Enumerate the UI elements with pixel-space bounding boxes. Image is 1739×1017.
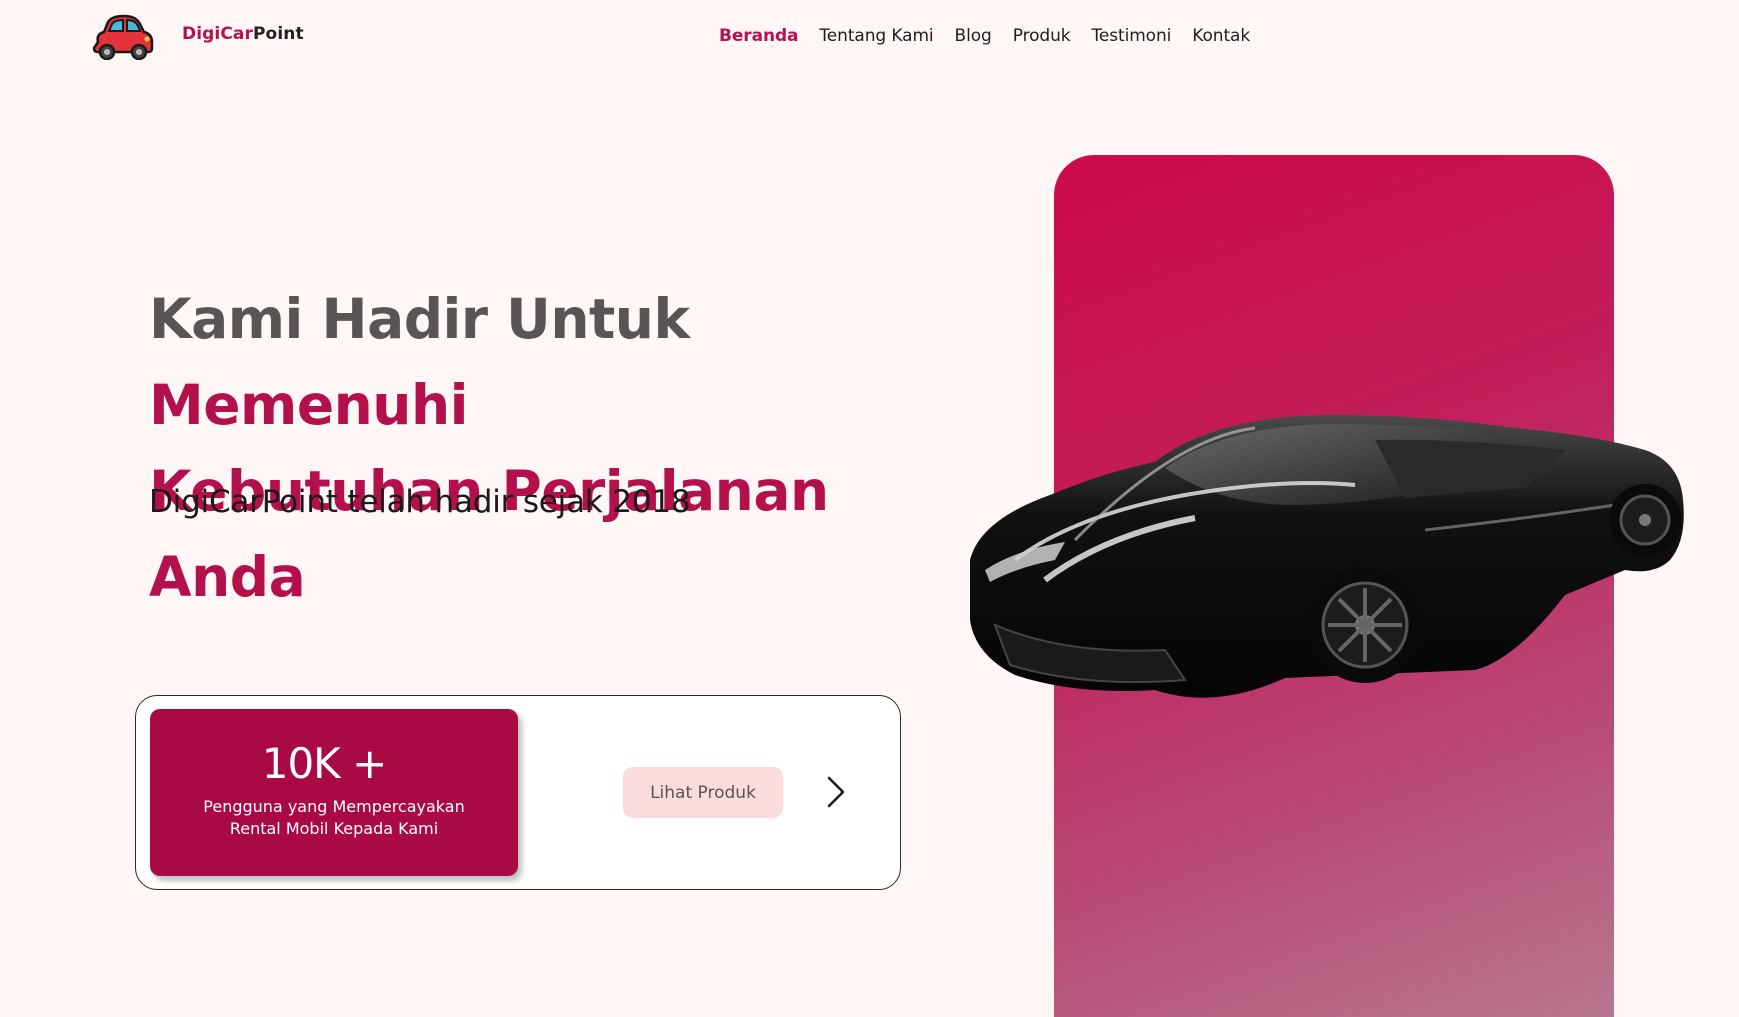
nav-item-tentang-kami[interactable]: Tentang Kami xyxy=(819,26,933,46)
hero-title-pink-1: Memenuhi xyxy=(149,373,468,437)
brand-part-2: Car xyxy=(220,24,253,44)
nav-item-testimoni[interactable]: Testimoni xyxy=(1092,26,1172,46)
nav-item-beranda[interactable]: Beranda xyxy=(719,26,798,46)
stat-box: 10K + Pengguna yang Mempercayakan Rental… xyxy=(150,709,518,876)
stat-description: Pengguna yang Mempercayakan Rental Mobil… xyxy=(203,797,465,838)
hero-subtitle: DigiCarPoint telah hadir sejak 2018 xyxy=(149,484,691,520)
brand-part-3: Point xyxy=(252,24,304,44)
lihat-produk-button[interactable]: Lihat Produk xyxy=(623,767,783,818)
sports-car-image xyxy=(970,415,1684,698)
brand-part-1: Digi xyxy=(182,24,221,44)
nav-item-produk[interactable]: Produk xyxy=(1013,26,1071,46)
nav-item-blog[interactable]: Blog xyxy=(955,26,992,46)
chevron-right-icon[interactable] xyxy=(824,773,848,811)
stat-number: 10K + xyxy=(261,739,388,788)
main-nav: Beranda Tentang Kami Blog Produk Testimo… xyxy=(719,26,1271,46)
stats-card: 10K + Pengguna yang Mempercayakan Rental… xyxy=(135,695,901,890)
hero-title: Kami Hadir Untuk Memenuhi Kebutuhan Perj… xyxy=(149,276,949,620)
hero-title-pink-2: Kebutuhan Perjalanan Anda xyxy=(149,459,829,609)
brand-name: DigiCarPoint xyxy=(182,24,304,44)
hero-title-gray: Kami Hadir Untuk xyxy=(149,287,690,351)
car-icon xyxy=(92,14,154,60)
logo[interactable]: DigiCarPoint xyxy=(90,12,304,60)
nav-item-kontak[interactable]: Kontak xyxy=(1192,26,1250,46)
